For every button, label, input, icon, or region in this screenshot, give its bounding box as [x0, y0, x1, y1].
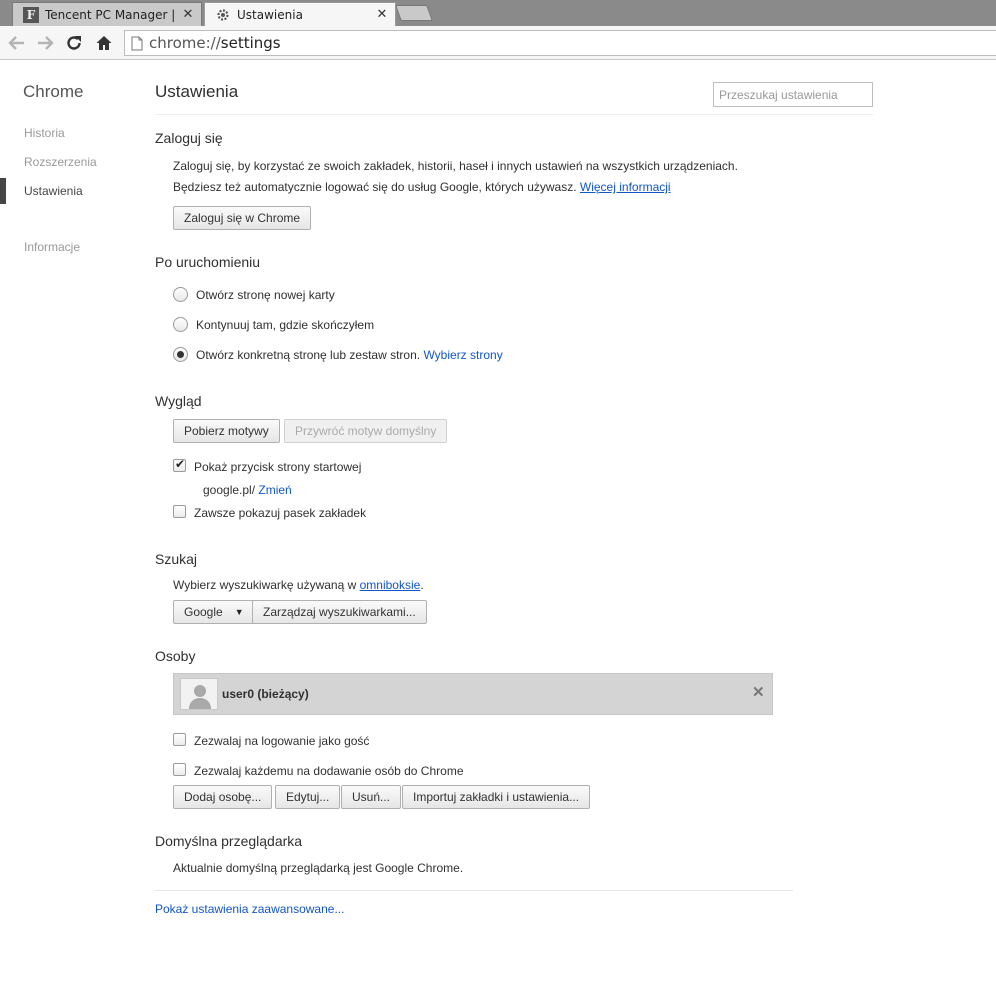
back-button[interactable]	[6, 32, 28, 54]
manage-search-engines-button[interactable]: Zarządzaj wyszukiwarkami...	[252, 600, 427, 624]
search-description: Wybierz wyszukiwarkę używaną w omniboksi…	[173, 578, 424, 592]
learn-more-link[interactable]: Więcej informacji	[580, 180, 671, 194]
reload-button[interactable]	[63, 32, 85, 54]
show-home-checkbox[interactable]	[173, 457, 186, 472]
show-advanced-link[interactable]: Pokaż ustawienia zaawansowane...	[155, 902, 344, 916]
tab-settings[interactable]: Ustawienia ✕	[204, 2, 396, 26]
reload-icon	[67, 36, 81, 50]
url-scheme: chrome://	[149, 34, 221, 52]
tab-title: Tencent PC Manager | pro	[45, 7, 179, 22]
avatar	[180, 678, 218, 710]
search-engine-select[interactable]: Google ▼	[173, 600, 255, 624]
startup-radio-continue[interactable]	[173, 317, 188, 332]
default-browser-heading: Domyślna przeglądarka	[155, 833, 303, 849]
home-button[interactable]	[93, 32, 115, 54]
default-browser-text: Aktualnie domyślną przeglądarką jest Goo…	[173, 861, 464, 875]
new-tab-button[interactable]	[395, 5, 433, 21]
add-anyone-checkbox[interactable]	[173, 763, 186, 776]
divider	[155, 890, 793, 891]
signin-description-2: Będziesz też automatycznie logować się d…	[173, 180, 671, 194]
tab-strip: F Tencent PC Manager | pro ✕ Ustawienia …	[0, 0, 996, 26]
reset-theme-button[interactable]: Przywróć motyw domyślny	[284, 419, 448, 443]
startup-option-continue: Kontynuuj tam, gdzie skończyłem	[196, 318, 375, 332]
sidebar-selected-indicator	[0, 178, 6, 204]
home-icon	[96, 36, 112, 50]
sidebar-item-about[interactable]: Informacje	[24, 240, 80, 254]
people-heading: Osoby	[155, 648, 196, 664]
sidebar-item-extensions[interactable]: Rozszerzenia	[24, 155, 97, 169]
close-tab-icon[interactable]: ✕	[179, 7, 197, 22]
tab-tencent[interactable]: F Tencent PC Manager | pro ✕	[12, 2, 202, 26]
edit-person-button[interactable]: Edytuj...	[275, 785, 341, 809]
divider	[155, 114, 873, 115]
remove-person-button[interactable]: Usuń...	[341, 785, 402, 809]
toolbar: chrome://settings	[0, 26, 996, 60]
sidebar-item-history[interactable]: Historia	[24, 126, 65, 140]
sidebar: Chrome Historia Rozszerzenia Ustawienia …	[0, 61, 140, 985]
sidebar-item-settings[interactable]: Ustawienia	[24, 184, 83, 198]
remove-profile-icon[interactable]: ✕	[752, 683, 765, 701]
dropdown-arrow-icon: ▼	[234, 607, 244, 617]
profile-row[interactable]: user0 (bieżący) ✕	[173, 673, 773, 715]
profile-name: user0 (bieżący)	[222, 687, 309, 701]
signin-auto-text: Będziesz też automatycznie logować się d…	[173, 180, 577, 194]
url-host: settings	[220, 34, 281, 52]
signin-description: Zaloguj się, by korzystać ze swoich zakł…	[173, 159, 738, 173]
search-description-text: Wybierz wyszukiwarkę używaną w	[173, 578, 357, 592]
signin-button[interactable]: Zaloguj się w Chrome	[173, 206, 312, 230]
add-person-button[interactable]: Dodaj osobę...	[173, 785, 273, 809]
tab-title: Ustawienia	[237, 7, 303, 22]
search-heading: Szukaj	[155, 551, 198, 567]
forward-button[interactable]	[34, 32, 56, 54]
person-icon	[189, 685, 211, 709]
address-bar[interactable]: chrome://settings	[124, 30, 996, 56]
get-themes-button[interactable]: Pobierz motywy	[173, 419, 280, 443]
change-home-link[interactable]: Zmień	[258, 483, 291, 497]
forward-arrow-icon	[38, 36, 54, 50]
home-url: google.pl/	[203, 483, 256, 497]
tencent-favicon-icon: F	[23, 6, 39, 23]
gear-icon	[215, 7, 231, 23]
set-pages-link[interactable]: Wybierz strony	[423, 348, 502, 362]
add-anyone-label: Zezwalaj każdemu na dodawanie osób do Ch…	[194, 764, 464, 778]
page-title: Ustawienia	[155, 82, 239, 101]
close-tab-icon[interactable]: ✕	[373, 7, 391, 22]
startup-option-specific: Otwórz konkretną stronę lub zestaw stron…	[196, 348, 503, 362]
url-text: chrome://settings	[149, 34, 281, 52]
show-home-label: Pokaż przycisk strony startowej	[194, 460, 362, 474]
appearance-heading: Wygląd	[155, 393, 202, 409]
search-description-end: .	[420, 578, 424, 592]
import-bookmarks-button[interactable]: Importuj zakładki i ustawienia...	[402, 785, 591, 809]
startup-specific-label: Otwórz konkretną stronę lub zestaw stron…	[196, 348, 421, 362]
page-icon	[131, 36, 143, 50]
guest-label: Zezwalaj na logowanie jako gość	[194, 734, 370, 748]
back-arrow-icon	[8, 36, 24, 50]
startup-heading: Po uruchomieniu	[155, 254, 261, 270]
omnibox-link[interactable]: omniboksie	[360, 578, 421, 592]
guest-checkbox[interactable]	[173, 733, 186, 746]
search-settings-input[interactable]	[713, 82, 873, 107]
sidebar-title: Chrome	[23, 82, 84, 101]
signin-heading: Zaloguj się	[155, 130, 223, 146]
show-bookmarks-label: Zawsze pokazuj pasek zakładek	[194, 506, 367, 520]
startup-radio-new-tab[interactable]	[173, 287, 188, 302]
show-bookmarks-checkbox[interactable]	[173, 505, 186, 518]
home-url-row: google.pl/ Zmień	[203, 483, 292, 497]
startup-option-new-tab: Otwórz stronę nowej karty	[196, 288, 335, 302]
startup-radio-specific[interactable]	[173, 347, 188, 362]
search-engine-value: Google	[184, 605, 223, 619]
